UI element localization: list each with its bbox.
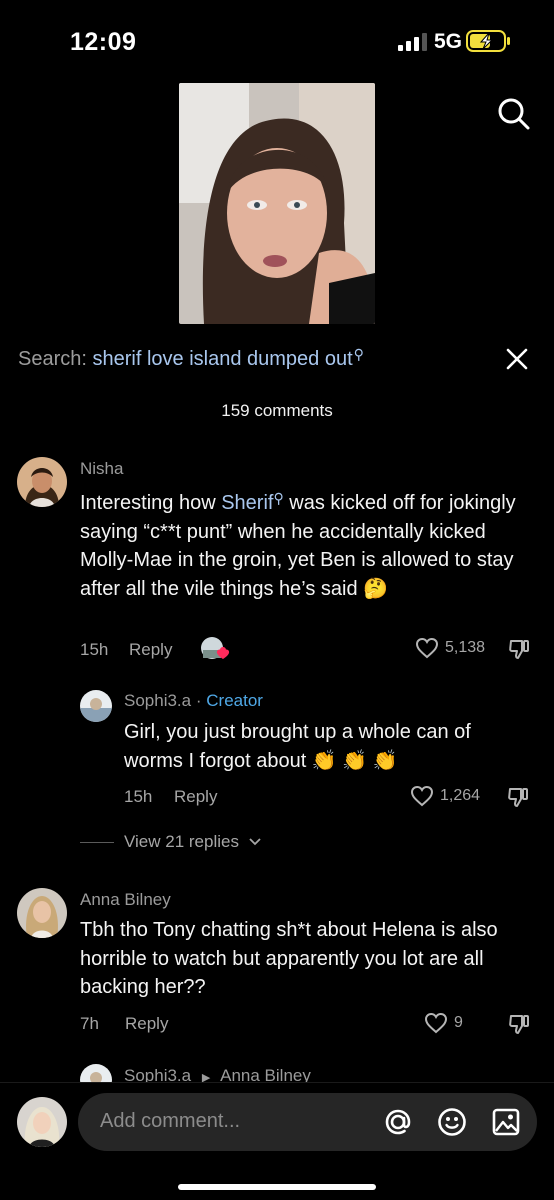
- comment-username[interactable]: Sophi3.a · Creator: [124, 691, 263, 711]
- creator-liked-icon: [201, 637, 230, 659]
- status-time: 12:09: [70, 28, 137, 56]
- comment-input[interactable]: Add comment...: [78, 1093, 537, 1151]
- divider-line: [80, 841, 114, 843]
- signal-icon: [398, 33, 427, 51]
- network-label: 5G: [434, 30, 463, 53]
- close-icon[interactable]: [505, 347, 529, 371]
- like-count: 1,264: [440, 787, 481, 804]
- search-query-line[interactable]: Search: sherif love island dumped out⚲: [18, 346, 364, 371]
- comment-composer: Add comment...: [0, 1082, 554, 1200]
- comment-text: Girl, you just brought up a whole can of…: [124, 721, 471, 772]
- search-icon[interactable]: [496, 96, 532, 132]
- battery-charging-icon: [466, 30, 510, 52]
- dislike-icon[interactable]: [508, 638, 530, 660]
- like-count: 5,138: [445, 639, 486, 656]
- comment-text-part: Interesting how: [80, 492, 222, 514]
- reply-button[interactable]: Reply: [129, 640, 172, 660]
- reply-username[interactable]: Sophi3.a: [124, 691, 191, 710]
- avatar[interactable]: [80, 690, 112, 722]
- like-button[interactable]: 9: [424, 1012, 463, 1034]
- search-query[interactable]: sherif love island dumped out: [93, 348, 353, 370]
- mention-link[interactable]: Sherif: [221, 492, 273, 514]
- dislike-icon[interactable]: [508, 1013, 530, 1035]
- comment-time: 15h: [124, 787, 153, 806]
- view-replies-label: View 21 replies: [124, 832, 239, 851]
- chevron-down-icon: [249, 838, 261, 846]
- separator-dot: ·: [195, 691, 207, 710]
- comments-count: 159 comments: [221, 401, 333, 420]
- heart-icon: [415, 637, 439, 659]
- creator-badge: Creator: [206, 691, 263, 710]
- my-avatar[interactable]: [17, 1097, 67, 1147]
- heart-icon: [410, 785, 434, 807]
- view-replies-button[interactable]: View 21 replies: [80, 832, 261, 852]
- status-bar: 12:09 5G: [0, 0, 554, 80]
- comment-text: Tbh tho Tony chatting sh*t about Helena …: [80, 919, 498, 998]
- comment-text: Interesting how Sherif⚲ was kicked off f…: [80, 484, 520, 603]
- like-count: 9: [454, 1014, 463, 1031]
- comment-username[interactable]: Anna Bilney: [80, 890, 171, 910]
- dislike-icon[interactable]: [507, 786, 529, 808]
- avatar[interactable]: [17, 888, 67, 938]
- search-mini-icon: ⚲: [353, 346, 364, 362]
- reply-button[interactable]: Reply: [174, 787, 217, 807]
- comment-username[interactable]: Nisha: [80, 459, 123, 479]
- image-icon[interactable]: [490, 1106, 522, 1138]
- mention-icon[interactable]: [382, 1106, 414, 1138]
- heart-icon: [424, 1012, 448, 1034]
- comment-input-placeholder: Add comment...: [100, 1110, 241, 1132]
- avatar[interactable]: [17, 457, 67, 507]
- comment-time: 15h: [80, 640, 109, 659]
- comment-time: 7h: [80, 1014, 99, 1033]
- search-mini-icon: ⚲: [273, 490, 284, 506]
- like-button[interactable]: 1,264: [410, 785, 480, 807]
- like-button[interactable]: 5,138: [415, 637, 485, 659]
- search-prefix: Search:: [18, 348, 87, 370]
- emoji-icon[interactable]: [436, 1106, 468, 1138]
- video-thumbnail[interactable]: [179, 83, 375, 324]
- reply-button[interactable]: Reply: [125, 1014, 168, 1034]
- home-indicator: [178, 1184, 376, 1190]
